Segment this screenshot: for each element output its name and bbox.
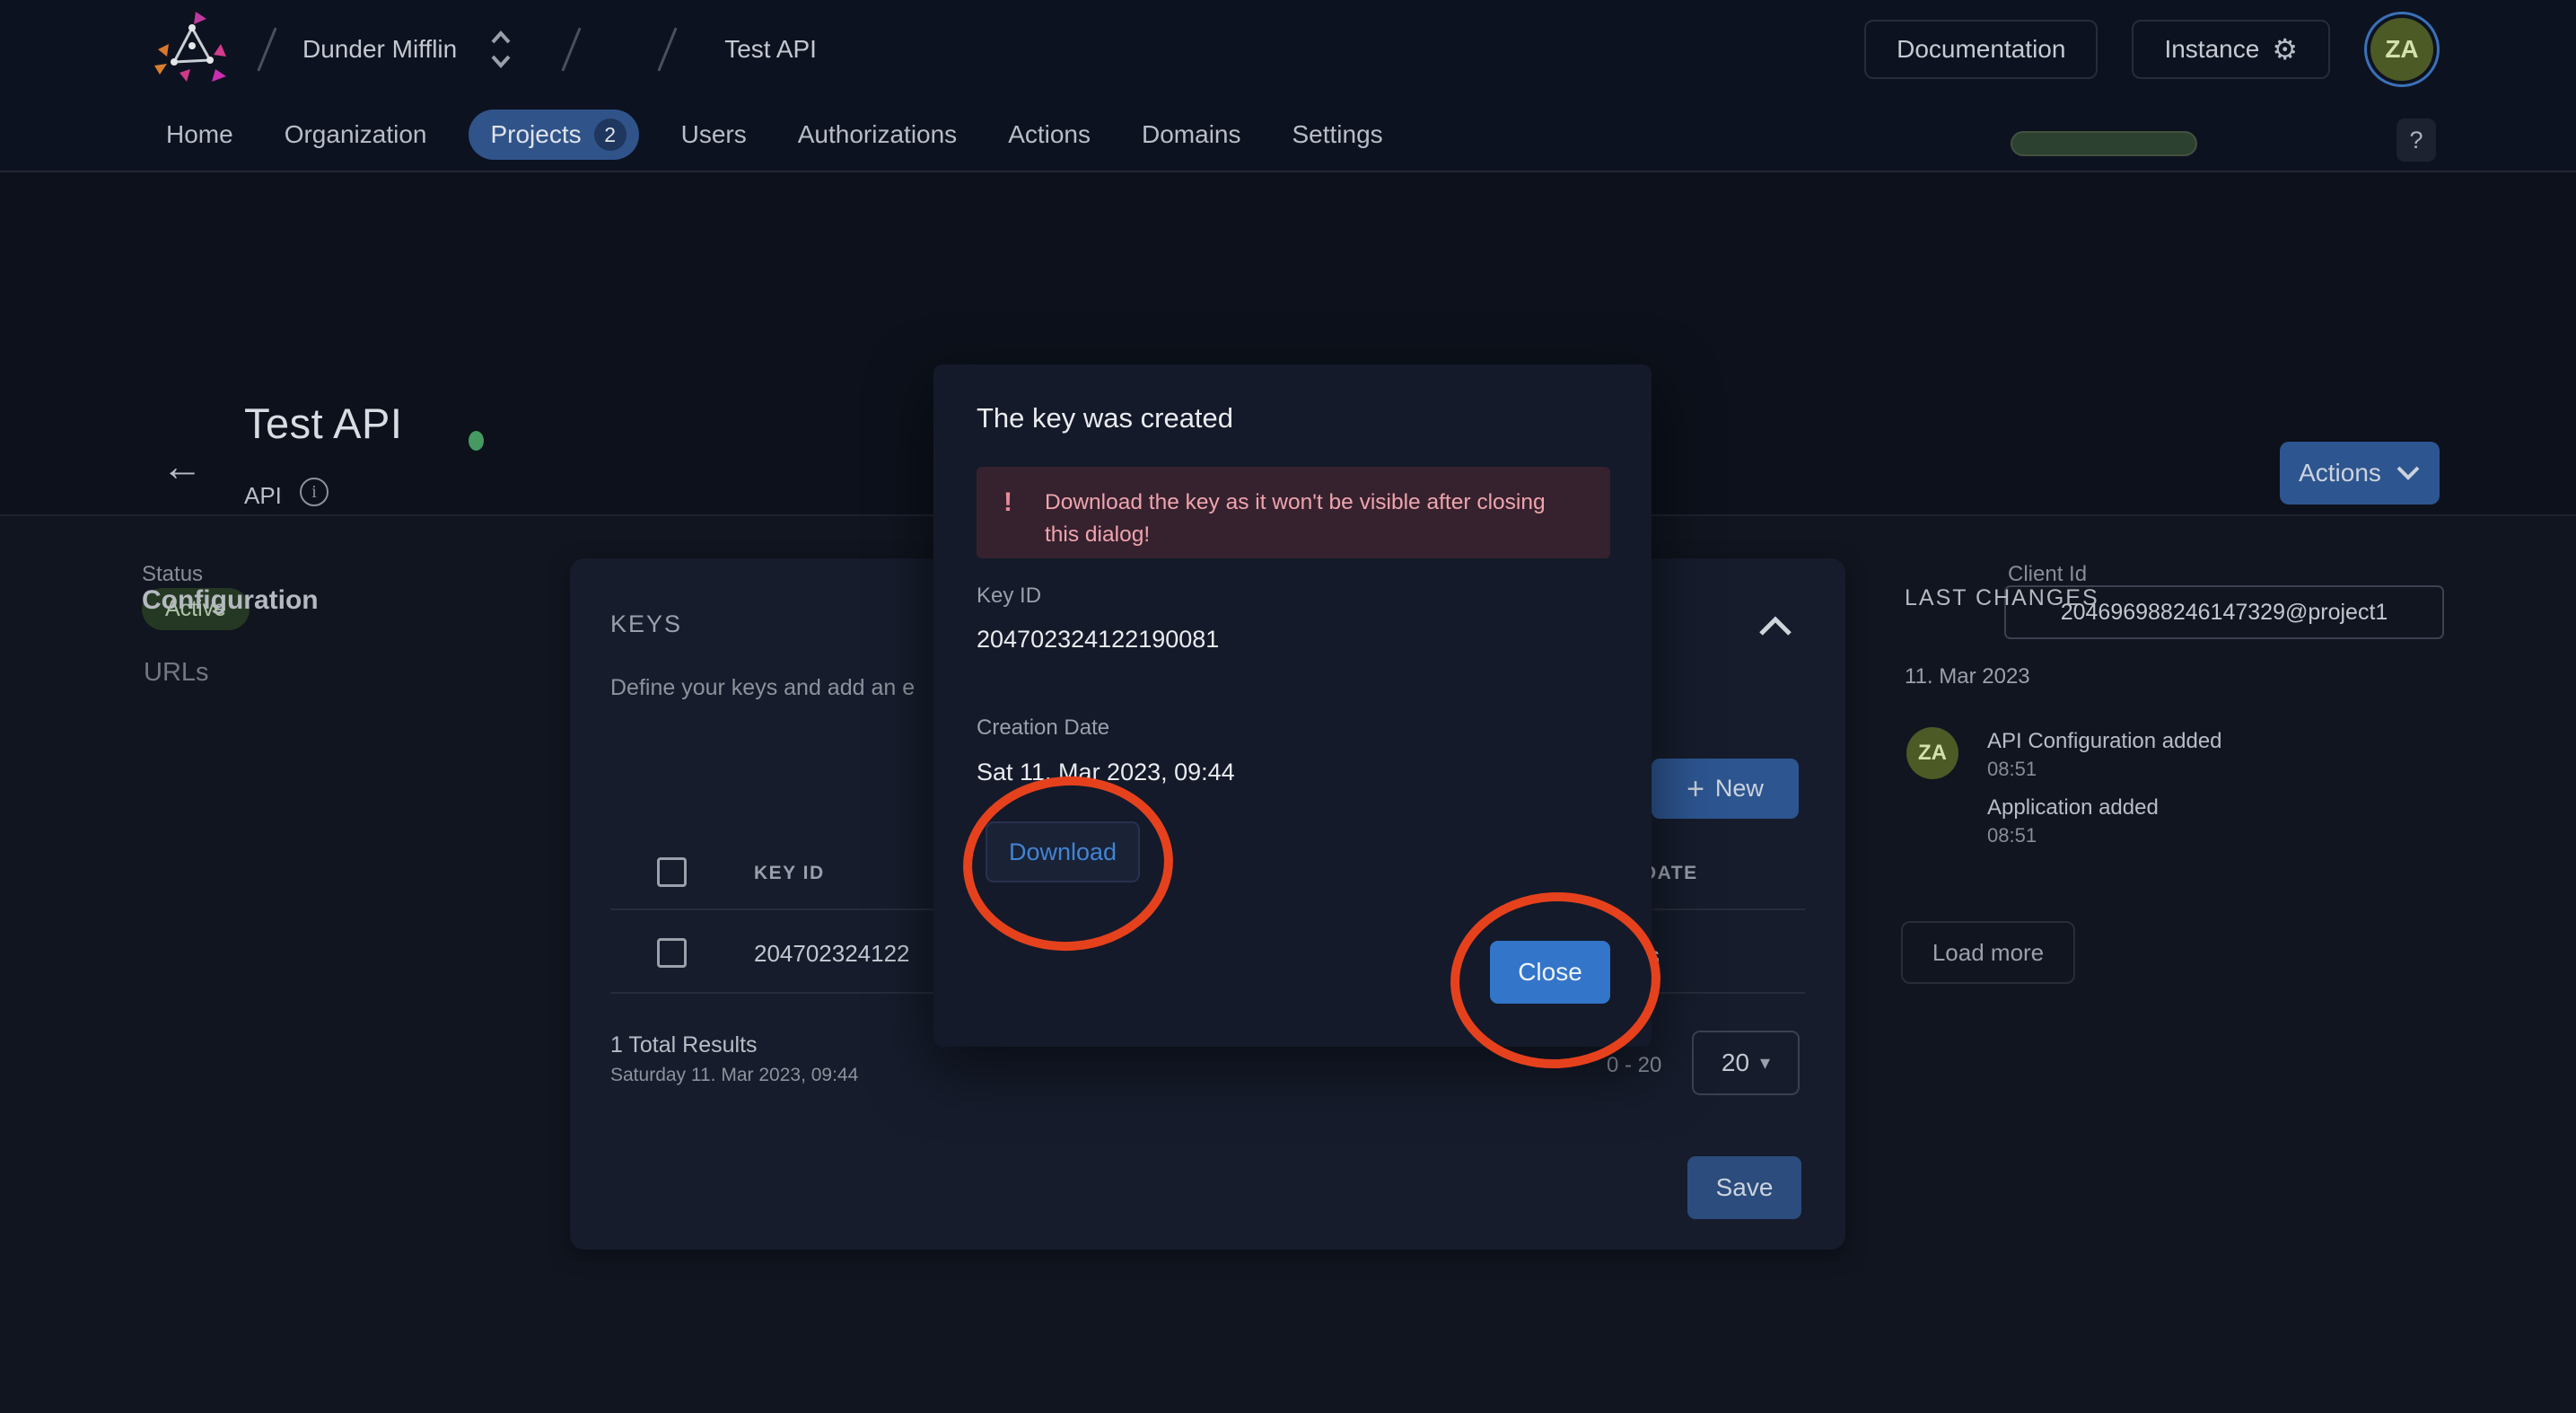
breadcrumb-slash-icon bbox=[658, 27, 678, 71]
actions-dropdown-button[interactable]: Actions bbox=[2280, 442, 2440, 505]
documentation-label: Documentation bbox=[1897, 35, 2065, 64]
pagination-range: 0 - 20 bbox=[1607, 1053, 1661, 1078]
instance-label: Instance bbox=[2164, 35, 2259, 64]
change-event: Application added 08:51 bbox=[1987, 795, 2159, 847]
dialog-title: The key was created bbox=[977, 402, 1233, 434]
last-changes-date: 11. Mar 2023 bbox=[1905, 664, 2030, 689]
download-warning: ! Download the key as it won't be visibl… bbox=[977, 467, 1610, 558]
row-checkbox[interactable] bbox=[657, 938, 687, 968]
change-event-time: 08:51 bbox=[1987, 758, 2222, 781]
app-logo[interactable] bbox=[153, 10, 232, 90]
key-created-dialog: The key was created ! Download the key a… bbox=[933, 364, 1652, 1047]
column-header-key-id: KEY ID bbox=[754, 863, 825, 884]
active-status-dot-icon bbox=[469, 431, 484, 451]
breadcrumb-slash-icon bbox=[562, 27, 582, 71]
tab-settings[interactable]: Settings bbox=[1292, 120, 1383, 149]
page-subtitle: API bbox=[244, 482, 282, 510]
user-avatar[interactable]: ZA bbox=[2364, 12, 2440, 87]
org-switcher-icon[interactable] bbox=[487, 26, 514, 73]
status-label: Status bbox=[142, 562, 203, 587]
warning-icon: ! bbox=[1003, 487, 1012, 519]
creation-date-label: Creation Date bbox=[977, 715, 1109, 741]
breadcrumb-slash-icon bbox=[257, 27, 276, 71]
new-key-label: New bbox=[1715, 775, 1764, 803]
last-changes-title: LAST CHANGES bbox=[1905, 585, 2099, 611]
keys-card-title: KEYS bbox=[610, 610, 682, 638]
new-key-button[interactable]: + New bbox=[1652, 759, 1799, 819]
collapse-chevron-icon[interactable] bbox=[1757, 614, 1794, 644]
usage-meter bbox=[2011, 131, 2197, 156]
top-navbar: Dunder Mifflin Test API Documentation In… bbox=[0, 0, 2576, 99]
config-section-title: Configuration bbox=[142, 585, 319, 616]
total-results: 1 Total Results bbox=[610, 1032, 758, 1058]
row-key-id: 204702324122 bbox=[754, 940, 910, 968]
help-button[interactable]: ? bbox=[2396, 118, 2436, 162]
app-screen: Dunder Mifflin Test API Documentation In… bbox=[0, 0, 2576, 1413]
plus-icon: + bbox=[1687, 774, 1704, 804]
breadcrumb-project[interactable]: Test API bbox=[724, 35, 817, 64]
change-event-label: API Configuration added bbox=[1987, 729, 2222, 754]
change-event-label: Application added bbox=[1987, 795, 2159, 821]
actions-label: Actions bbox=[2299, 459, 2381, 487]
total-results-date: Saturday 11. Mar 2023, 09:44 bbox=[610, 1065, 858, 1086]
close-button[interactable]: Close bbox=[1490, 941, 1610, 1004]
load-more-button[interactable]: Load more bbox=[1901, 921, 2075, 984]
info-icon[interactable]: i bbox=[300, 478, 329, 506]
documentation-button[interactable]: Documentation bbox=[1864, 20, 2098, 79]
tab-users[interactable]: Users bbox=[681, 120, 747, 149]
keys-card-description: Define your keys and add an e bbox=[610, 675, 915, 701]
page-size-value: 20 bbox=[1722, 1049, 1749, 1077]
back-button[interactable]: ← bbox=[162, 442, 203, 490]
tab-domains[interactable]: Domains bbox=[1142, 120, 1240, 149]
warning-text: Download the key as it won't be visible … bbox=[1045, 487, 1574, 550]
client-id-label: Client Id bbox=[2008, 562, 2087, 587]
key-id-value: 204702324122190081 bbox=[977, 626, 1219, 654]
projects-count-badge: 2 bbox=[594, 118, 626, 151]
tab-authorizations[interactable]: Authorizations bbox=[798, 120, 957, 149]
tab-organization[interactable]: Organization bbox=[285, 120, 427, 149]
change-event: API Configuration added 08:51 bbox=[1987, 729, 2222, 781]
download-button[interactable]: Download bbox=[986, 821, 1140, 882]
breadcrumb-org[interactable]: Dunder Mifflin bbox=[302, 35, 457, 64]
avatar-initials: ZA bbox=[2370, 18, 2433, 81]
tab-actions[interactable]: Actions bbox=[1008, 120, 1091, 149]
tab-projects[interactable]: Projects 2 bbox=[469, 110, 638, 160]
sidebar-item-urls[interactable]: URLs bbox=[144, 658, 209, 688]
key-id-label: Key ID bbox=[977, 584, 1041, 609]
save-button[interactable]: Save bbox=[1687, 1156, 1801, 1219]
gear-icon: ⚙ bbox=[2272, 32, 2298, 66]
instance-button[interactable]: Instance ⚙ bbox=[2132, 20, 2330, 79]
creation-date-value: Sat 11. Mar 2023, 09:44 bbox=[977, 759, 1235, 786]
tab-home[interactable]: Home bbox=[166, 120, 233, 149]
change-event-time: 08:51 bbox=[1987, 824, 2159, 847]
caret-down-icon: ▾ bbox=[1760, 1051, 1770, 1075]
tab-projects-label: Projects bbox=[490, 120, 581, 149]
page-size-dropdown[interactable]: 20 ▾ bbox=[1692, 1031, 1800, 1095]
page-title: Test API bbox=[244, 399, 402, 448]
chevron-down-icon bbox=[2396, 465, 2421, 481]
change-author-avatar: ZA bbox=[1906, 727, 1958, 779]
select-all-checkbox[interactable] bbox=[657, 857, 687, 887]
